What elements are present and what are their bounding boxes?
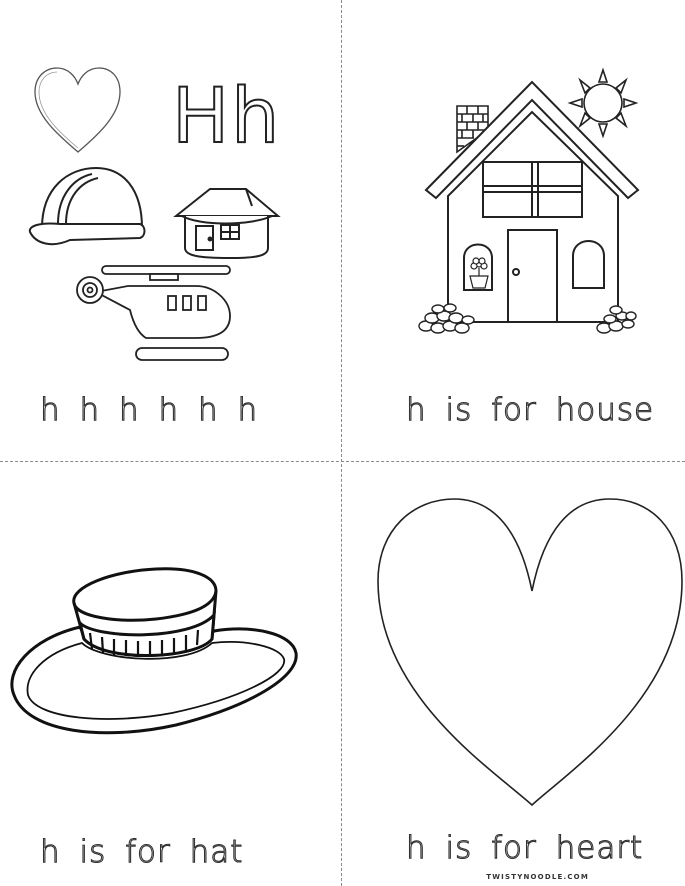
hat-icon [10,567,298,735]
panel-top-right: h is for house [342,0,685,461]
helmet-icon [28,166,146,246]
trace-letters-h: h h h h h h [39,392,260,428]
horizontal-cut-line [0,461,685,462]
panel-top-left: Hh h h h h h h [0,0,341,461]
worksheet-page: Hh h h h h h h h is for house h is for h… [0,0,685,886]
panel-bottom-left: h is for hat [0,463,341,886]
big-letter-hh: Hh [171,71,282,160]
footer-credit: TWISTYNOODLE.COM [486,873,589,881]
house-icon [173,188,281,260]
panel-bottom-right: h is for heart [342,463,685,886]
sentence-hat: h is for hat [39,834,244,870]
sun-icon [567,67,639,139]
panel-bottom-left-art [10,567,298,735]
heart-icon [34,67,121,153]
sentence-heart: h is for heart [405,830,644,866]
panel-bottom-right-art [377,498,683,807]
helicopter-icon [76,265,231,361]
heart-icon [377,498,683,807]
sentence-house: h is for house [405,392,655,428]
